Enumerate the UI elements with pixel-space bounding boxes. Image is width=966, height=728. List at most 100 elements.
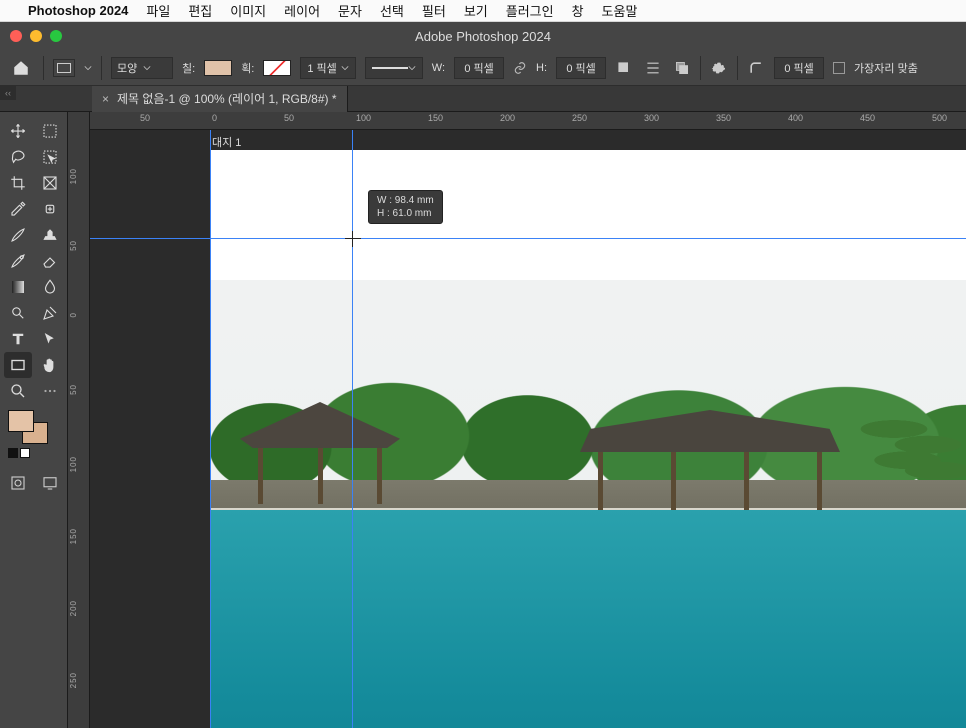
menu-window[interactable]: 창 (572, 1, 584, 20)
align-edges-label: 가장자리 맞춤 (854, 60, 918, 76)
window-close-button[interactable] (10, 30, 22, 42)
pen-tool[interactable] (36, 300, 64, 326)
artboard-label[interactable]: 대지 1 (212, 134, 241, 150)
separator (700, 56, 701, 80)
measurement-tooltip: W : 98.4 mm H : 61.0 mm (368, 190, 443, 224)
eraser-tool[interactable] (36, 248, 64, 274)
blur-tool[interactable] (36, 274, 64, 300)
window-minimize-button[interactable] (30, 30, 42, 42)
lasso-tool[interactable] (4, 144, 32, 170)
window-controls (10, 30, 62, 42)
link-wh-icon[interactable] (513, 61, 527, 75)
path-selection-tool[interactable] (36, 326, 64, 352)
v-ruler-label: 50 (69, 240, 87, 251)
menu-help[interactable]: 도움말 (602, 1, 638, 20)
hand-tool[interactable] (36, 352, 64, 378)
width-input[interactable]: 0 픽셀 (454, 57, 504, 79)
brush-tool[interactable] (4, 222, 32, 248)
rectangle-tool[interactable] (4, 352, 32, 378)
menu-edit[interactable]: 편집 (188, 1, 212, 20)
screen-mode-button[interactable] (36, 470, 64, 496)
align-edges-checkbox[interactable] (833, 62, 845, 74)
menu-layer[interactable]: 레이어 (284, 1, 320, 20)
close-tab-icon[interactable]: × (102, 92, 109, 106)
image-pavilion-right (580, 410, 840, 510)
v-ruler-label: 100 (69, 456, 87, 472)
document-tab[interactable]: × 제목 없음-1 @ 100% (레이어 1, RGB/8#) * (92, 86, 348, 112)
path-alignment-button[interactable] (642, 58, 664, 78)
radius-value: 0 픽셀 (784, 60, 813, 76)
menu-view[interactable]: 보기 (464, 1, 488, 20)
h-ruler-label: 350 (716, 113, 731, 123)
canvas-wrap: 50 0 50 100 150 200 250 300 350 400 450 … (90, 112, 966, 728)
type-tool[interactable] (4, 326, 32, 352)
clone-stamp-tool[interactable] (36, 222, 64, 248)
gradient-tool[interactable] (4, 274, 32, 300)
object-selection-tool[interactable] (36, 144, 64, 170)
frame-tool[interactable] (36, 170, 64, 196)
h-ruler-label: 50 (284, 113, 294, 123)
h-ruler-label: 0 (212, 113, 217, 123)
menu-file[interactable]: 파일 (146, 1, 170, 20)
corner-radius-input[interactable]: 0 픽셀 (774, 57, 824, 79)
v-ruler-label: 50 (69, 384, 87, 395)
image-pavilion-left (240, 402, 400, 504)
options-bar: 모양 칠: 획: 1 픽셀 W: 0 픽셀 H: 0 픽셀 0 픽셀 가장자리 … (0, 50, 966, 86)
window-zoom-button[interactable] (50, 30, 62, 42)
menu-image[interactable]: 이미지 (230, 1, 266, 20)
tool-preset-swatch[interactable] (53, 59, 75, 77)
h-ruler-label: 50 (140, 113, 150, 123)
stroke-style-select[interactable] (365, 57, 423, 79)
menu-select[interactable]: 선택 (380, 1, 404, 20)
healing-brush-tool[interactable] (36, 196, 64, 222)
document-tab-bar: × 제목 없음-1 @ 100% (레이어 1, RGB/8#) * (0, 86, 966, 112)
stroke-color-swatch[interactable] (263, 60, 291, 76)
artboard-edge-left (210, 130, 211, 728)
width-label: W: (432, 62, 445, 74)
marquee-tool[interactable] (36, 118, 64, 144)
dodge-tool[interactable] (4, 300, 32, 326)
edit-toolbar-button[interactable] (36, 378, 64, 404)
shape-mode-select[interactable]: 모양 (111, 57, 173, 79)
eyedropper-tool[interactable] (4, 196, 32, 222)
menu-plugin[interactable]: 플러그인 (506, 1, 554, 20)
menubar-app-name[interactable]: Photoshop 2024 (28, 3, 128, 18)
chevron-down-icon (408, 64, 416, 72)
corner-radius-icon (747, 59, 765, 77)
stroke-width-input[interactable]: 1 픽셀 (300, 57, 355, 79)
menu-type[interactable]: 문자 (338, 1, 362, 20)
path-operations-button[interactable] (615, 59, 633, 77)
tool-panel (0, 112, 68, 728)
menu-filter[interactable]: 필터 (422, 1, 446, 20)
crop-tool[interactable] (4, 170, 32, 196)
zoom-tool[interactable] (4, 378, 32, 404)
fill-color-swatch[interactable] (204, 60, 232, 76)
h-ruler-label: 200 (500, 113, 515, 123)
history-brush-tool[interactable] (4, 248, 32, 274)
tool-preset-dropdown-icon[interactable] (84, 64, 92, 72)
foreground-color-swatch[interactable] (8, 410, 34, 432)
v-ruler-label: 150 (69, 528, 87, 544)
panel-expand-tab[interactable]: ‹‹ (0, 86, 16, 100)
image-pool (210, 510, 966, 728)
separator (737, 56, 738, 80)
fill-label: 칠: (182, 60, 195, 76)
path-arrangement-button[interactable] (673, 59, 691, 77)
vertical-ruler[interactable]: 100 50 0 50 100 150 200 250 (68, 112, 90, 728)
guide-vertical[interactable] (352, 130, 353, 728)
home-button[interactable] (8, 57, 34, 79)
quick-mask-button[interactable] (4, 470, 32, 496)
app-titlebar: Adobe Photoshop 2024 (0, 22, 966, 50)
artboard[interactable] (210, 150, 966, 728)
color-swatches[interactable] (4, 410, 48, 448)
chevron-down-icon (143, 64, 151, 72)
canvas[interactable]: 대지 1 W : 98.4 mm (90, 130, 966, 728)
shape-options-button[interactable] (710, 59, 728, 77)
h-ruler-label: 500 (932, 113, 947, 123)
height-input[interactable]: 0 픽셀 (556, 57, 606, 79)
guide-horizontal[interactable] (90, 238, 966, 239)
horizontal-ruler[interactable]: 50 0 50 100 150 200 250 300 350 400 450 … (90, 112, 966, 130)
move-tool[interactable] (4, 118, 32, 144)
macos-menubar: Photoshop 2024 파일 편집 이미지 레이어 문자 선택 필터 보기… (0, 0, 966, 22)
default-colors-icon[interactable] (8, 448, 30, 458)
